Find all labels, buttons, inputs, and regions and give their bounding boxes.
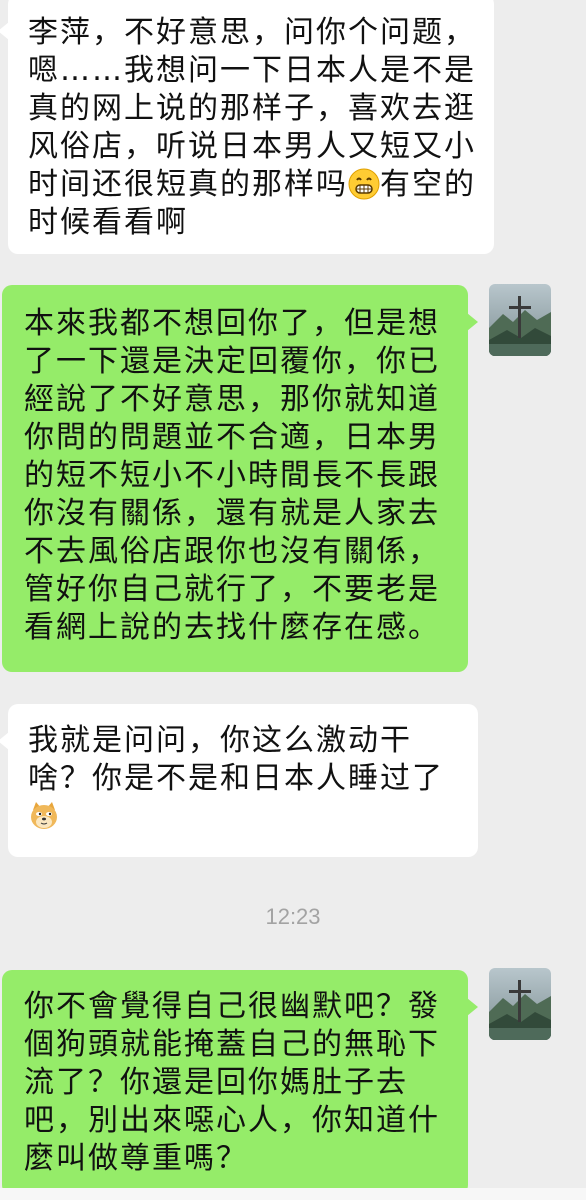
timestamp: 12:23 [265,904,321,929]
grinning-face-emoji-icon [348,168,380,200]
doge-emoji-icon [28,800,60,832]
sent-message-bubble[interactable]: 本來我都不想回你了，但是想了一下還是決定回覆你，你已經說了不好意思，那你就知道你… [2,285,478,672]
sent-message-bubble[interactable]: 你不會覺得自己很幽默吧？發個狗頭就能掩蓋自己的無恥下流了？你還是回你媽肚子去吧，… [2,970,478,1195]
received-message-bubble[interactable]: 我就是问问，你这么激动干啥？你是不是和日本人睡过了 [0,704,478,857]
received-message-bubble[interactable]: 李萍，不好意思，问你个问题，嗯……我想问一下日本人是不是真的网上说的那样子，喜欢… [0,0,494,254]
user-avatar[interactable] [489,284,551,356]
message-text: 本來我都不想回你了，但是想了一下還是決定回覆你，你已經說了不好意思，那你就知道你… [24,306,440,645]
user-avatar[interactable] [489,968,551,1040]
mountain-cross-avatar-icon [489,968,551,1040]
message-text: 我就是问问，你这么激动干啥？你是不是和日本人睡过了 [28,722,462,836]
chat-conversation: 李萍，不好意思，问你个问题，嗯……我想问一下日本人是不是真的网上说的那样子，喜欢… [0,0,586,1200]
message-text: 李萍，不好意思，问你个问题，嗯……我想问一下日本人是不是真的网上说的那样子，喜欢… [28,15,476,240]
mountain-cross-avatar-icon [489,284,551,356]
input-bar-edge [0,1188,586,1200]
message-text: 你不會覺得自己很幽默吧？發個狗頭就能掩蓋自己的無恥下流了？你還是回你媽肚子去吧，… [24,989,440,1176]
